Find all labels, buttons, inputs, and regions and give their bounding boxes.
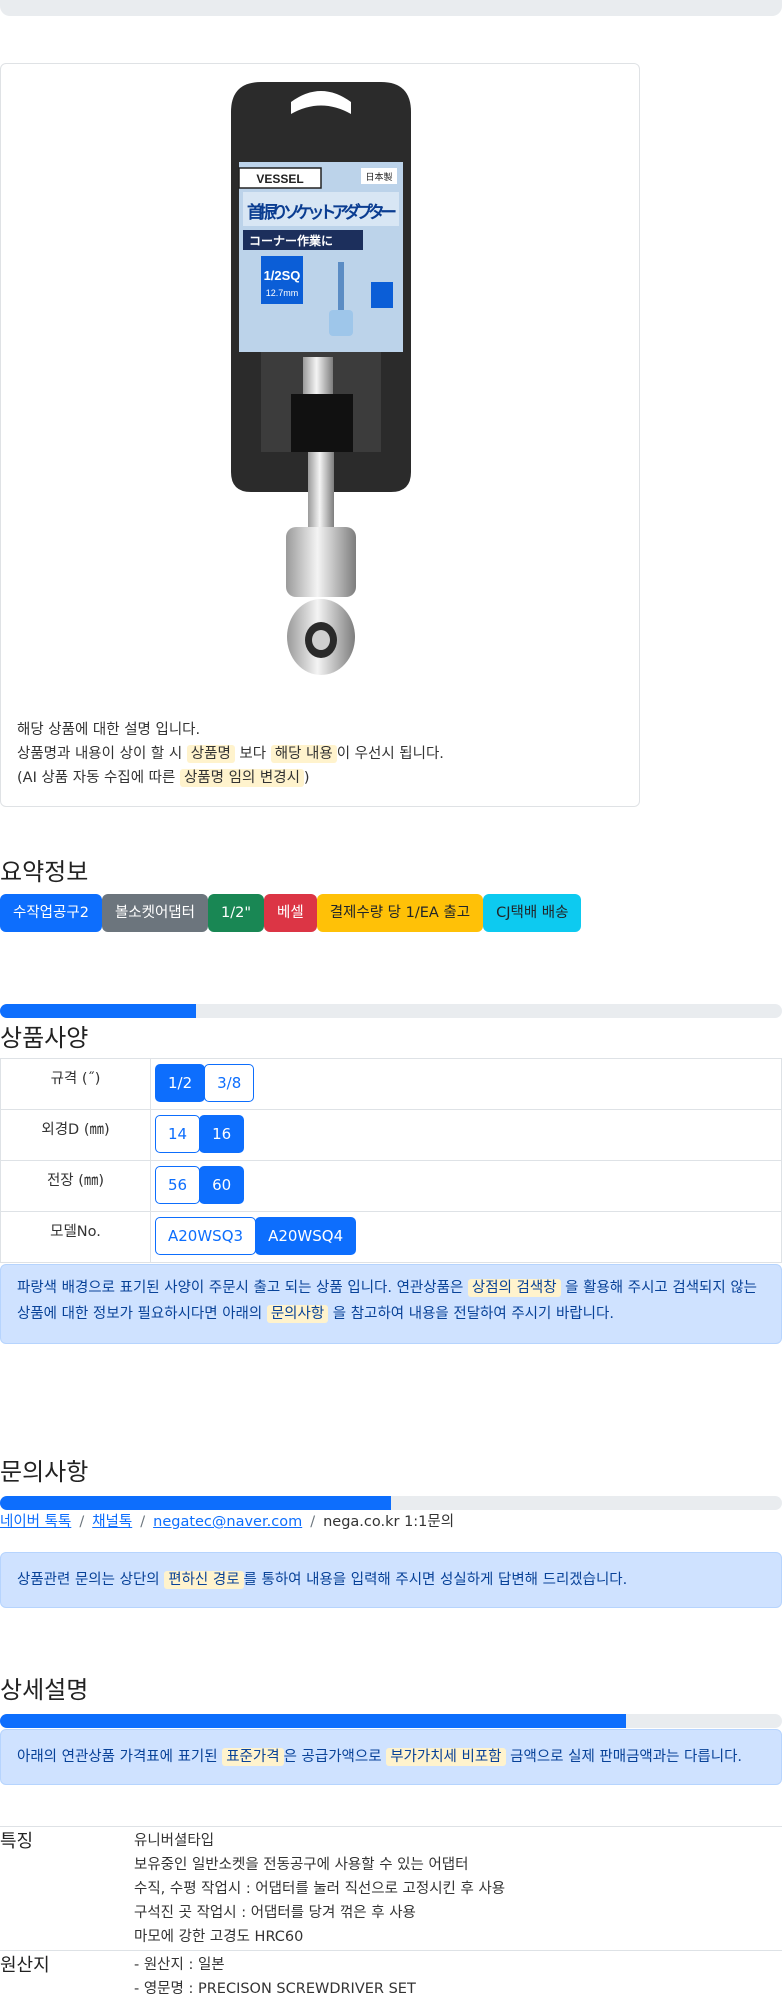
feature-item: 수직, 수평 작업시 : 어댑터를 눌러 직선으로 고정시킨 후 사용	[134, 1881, 506, 1897]
spec-option-button[interactable]: 56	[155, 1166, 201, 1204]
notice-text: 보다	[234, 746, 271, 762]
size-mm-text: 12.7mm	[266, 288, 299, 298]
naver-talk-link[interactable]: 네이버 톡톡	[0, 1514, 71, 1530]
summary-badge: 수작업공구2	[0, 894, 102, 932]
spec-option-button[interactable]: 3/8	[204, 1064, 255, 1102]
package-subtitle-text: コーナー作業に	[249, 233, 333, 248]
spec-progress-bar	[0, 1004, 782, 1018]
spec-option-button[interactable]: 1/2	[155, 1064, 206, 1102]
feature-item: 유니버셜타입	[134, 1833, 215, 1849]
spec-options: A20WSQ3 A20WSQ4	[150, 1211, 782, 1263]
summary-badge: CJ택배 배송	[483, 894, 582, 932]
spec-table: 규격 (˝) 1/2 3/8 외경D (㎜) 14 16 전장 (㎜) 56 60 모델No. A2…	[0, 1058, 782, 1263]
origin-item: - 원산지 : 일본	[134, 1957, 225, 1973]
spec-row: 규격 (˝) 1/2 3/8	[0, 1058, 782, 1110]
inquiry-progress-fill	[0, 1496, 391, 1510]
notice-text: 상품명과 내용이 상이 할 시	[17, 746, 187, 762]
detail-alert: 아래의 연관상품 가격표에 표기된 표준가격 은 공급가액으로 부가가치세 비포함…	[0, 1729, 782, 1785]
email-link[interactable]: negatec@naver.com	[153, 1514, 302, 1530]
summary-badge: 1/2"	[207, 894, 264, 932]
spec-progress-fill	[0, 1004, 196, 1018]
notice-highlight: 상품명 임의 변경시	[179, 769, 304, 787]
alert-text: 를 통하여 내용을 입력해 주시면 성실하게 답변해 드리겠습니다.	[243, 1572, 628, 1588]
spec-options: 1/2 3/8	[150, 1058, 782, 1110]
alert-highlight: 부가가치세 비포함	[386, 1748, 506, 1766]
inquiry-alert: 상품관련 문의는 상단의 편하신 경로 를 통하여 내용을 입력해 주시면 성실하…	[0, 1552, 782, 1608]
brand-logo-text: VESSEL	[256, 172, 303, 186]
spec-row: 모델No. A20WSQ3 A20WSQ4	[0, 1211, 782, 1263]
alert-text: 은 공급가액으로	[283, 1749, 387, 1765]
channel-talk-link[interactable]: 채널톡	[92, 1514, 132, 1530]
origin-list: - 원산지 : 일본 - 영문명 : PRECISON SCREWDRIVER S…	[134, 1953, 416, 1998]
spec-title: 상품사양	[0, 1024, 89, 1052]
inquiry-title: 문의사항	[0, 1458, 89, 1486]
package-title-text: 首振りソケットアダプター	[247, 202, 397, 223]
separator: /	[310, 1514, 316, 1530]
notice-text: 이 우선시 됩니다.	[336, 746, 444, 762]
detail-progress-fill	[0, 1714, 626, 1728]
feature-item: 마모에 강한 고경도 HRC60	[134, 1929, 304, 1945]
spec-option-button[interactable]: 60	[199, 1166, 245, 1204]
alert-text: 을 참고하여 내용을 전달하여 주시기 바랍니다.	[328, 1306, 614, 1322]
features-key: 특징	[0, 1831, 34, 1852]
summary-badges: 수작업공구2 볼소켓어댑터 1/2" 베셀 결제수량 당 1/EA 출고 CJ택배 배송	[0, 894, 582, 932]
summary-badge: 베셀	[264, 894, 317, 932]
summary-title: 요약정보	[0, 858, 89, 886]
notice-highlight: 해당 내용	[270, 745, 337, 763]
detail-progress-bar	[0, 1714, 782, 1728]
spec-label: 전장 (㎜)	[0, 1160, 151, 1212]
alert-text: 금액으로 실제 판매금액과는 다릅니다.	[505, 1749, 743, 1765]
alert-highlight: 편하신 경로	[164, 1571, 244, 1589]
inquiry-progress-bar	[0, 1496, 782, 1510]
feature-item: 보유중인 일반소켓을 전동공구에 사용할 수 있는 어댑터	[134, 1857, 469, 1873]
origin-item: - 영문명 : PRECISON SCREWDRIVER SET	[134, 1981, 416, 1997]
notice-highlight: 상품명	[186, 745, 235, 763]
spec-options: 56 60	[150, 1160, 782, 1212]
alert-text: 아래의 연관상품 가격표에 표기된	[17, 1749, 223, 1765]
top-scroll-strip	[0, 0, 782, 16]
alert-text: 상품관련 문의는 상단의	[17, 1572, 165, 1588]
spec-option-button[interactable]: A20WSQ4	[255, 1217, 357, 1255]
features-list: 유니버셜타입보유중인 일반소켓을 전동공구에 사용할 수 있는 어댑터수직, 수…	[134, 1829, 505, 1949]
origin-row: 원산지 - 원산지 : 일본 - 영문명 : PRECISON SCREWDRIV…	[0, 1950, 782, 1998]
inquiry-links: 네이버 톡톡 / 채널톡 / negatec@naver.com / nega.co.kr …	[0, 1510, 454, 1531]
spec-label: 외경D (㎜)	[0, 1109, 151, 1161]
detail-title: 상세설명	[0, 1676, 89, 1704]
notice-text: (AI 상품 자동 수집에 따른	[17, 770, 180, 786]
product-image-card: VESSEL 日本製 首振りソケットアダプター コーナー作業に 1/2SQ 12…	[0, 63, 640, 807]
spec-option-button[interactable]: 14	[155, 1115, 201, 1153]
notice-line-1: 해당 상품에 대한 설명 입니다.	[17, 722, 201, 738]
alert-highlight: 표준가격	[222, 1748, 284, 1766]
spec-alert: 파랑색 배경으로 표기된 사양이 주문시 출고 되는 상품 입니다. 연관상품은…	[0, 1264, 782, 1344]
spec-option-button[interactable]: 16	[199, 1115, 245, 1153]
spec-row: 전장 (㎜) 56 60	[0, 1160, 782, 1212]
size-label-text: 1/2SQ	[264, 268, 301, 283]
origin-key: 원산지	[0, 1955, 50, 1976]
notice-text: )	[303, 770, 310, 786]
feature-item: 구석진 곳 작업시 : 어댑터를 당겨 꺾은 후 사용	[134, 1905, 416, 1921]
notice-line-2: 상품명과 내용이 상이 할 시 상품명 보다 해당 내용 이 우선시 됩니다.	[17, 742, 444, 766]
alert-text: 파랑색 배경으로 표기된 사양이 주문시 출고 되는 상품 입니다. 연관상품은	[17, 1280, 468, 1296]
notice-line-3: (AI 상품 자동 수집에 따른 상품명 임의 변경시)	[17, 766, 444, 790]
product-package-image: VESSEL 日本製 首振りソケットアダプター コーナー作業に 1/2SQ 12…	[231, 82, 411, 675]
separator: /	[79, 1514, 85, 1530]
features-row: 특징 유니버셜타입보유중인 일반소켓을 전동공구에 사용할 수 있는 어댑터수직…	[0, 1826, 782, 1950]
site-inquiry-text: nega.co.kr 1:1문의	[323, 1514, 455, 1530]
separator: /	[140, 1514, 146, 1530]
summary-badge: 결제수량 당 1/EA 출고	[316, 894, 484, 932]
alert-highlight: 문의사항	[266, 1305, 329, 1323]
made-in-text: 日本製	[365, 171, 392, 183]
spec-option-button[interactable]: A20WSQ3	[155, 1217, 257, 1255]
spec-label: 규격 (˝)	[0, 1058, 151, 1110]
spec-options: 14 16	[150, 1109, 782, 1161]
spec-label: 모델No.	[0, 1211, 151, 1263]
summary-badge: 볼소켓어댑터	[101, 894, 208, 932]
spec-row: 외경D (㎜) 14 16	[0, 1109, 782, 1161]
product-notice: 해당 상품에 대한 설명 입니다. 상품명과 내용이 상이 할 시 상품명 보다…	[17, 718, 444, 790]
alert-highlight: 상점의 검색창	[467, 1279, 561, 1297]
